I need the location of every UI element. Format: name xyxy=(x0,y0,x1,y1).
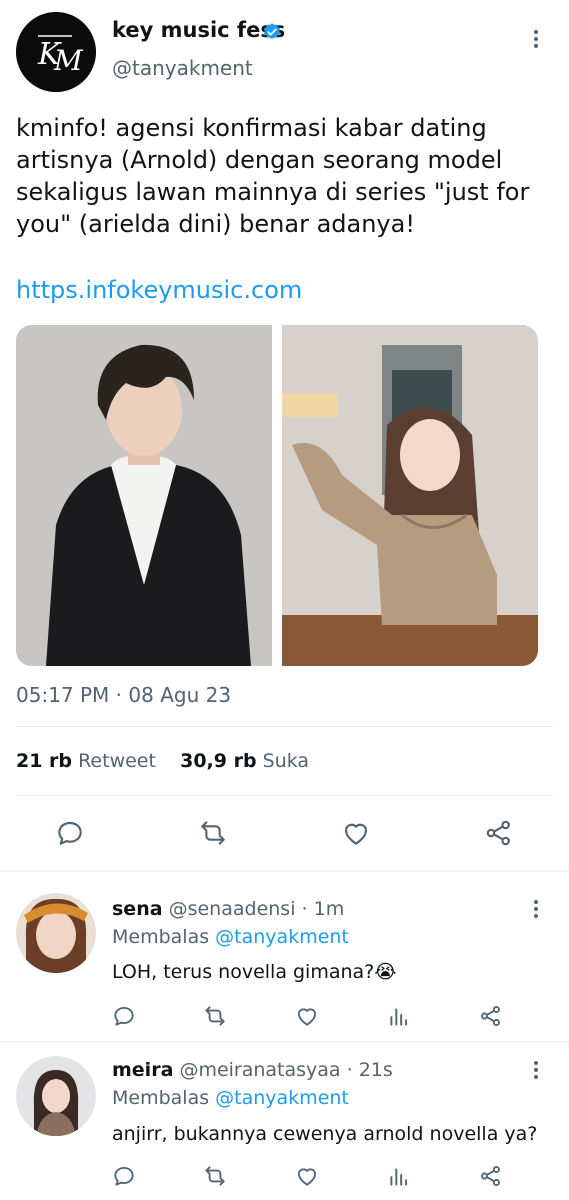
tweet-text: kminfo! agensi konfirmasi kabar dating a… xyxy=(16,114,530,238)
reply-name[interactable]: sena xyxy=(112,898,163,920)
like-count[interactable]: 30,9 rb xyxy=(180,750,256,772)
divider xyxy=(16,726,553,727)
reply-name[interactable]: meira xyxy=(112,1059,173,1081)
like-icon[interactable] xyxy=(292,1161,322,1191)
display-name[interactable]: key music fess xyxy=(112,18,285,42)
km-logo-icon: K M xyxy=(16,12,96,92)
photo-woman[interactable] xyxy=(282,325,538,666)
engagement-stats[interactable]: 21 rb Retweet 30,9 rb Suka xyxy=(16,750,309,772)
svg-text:M: M xyxy=(53,44,84,77)
retweet-label[interactable]: Retweet xyxy=(78,750,156,772)
reply-icon[interactable] xyxy=(53,816,87,850)
replying-mention[interactable]: @tanyakment xyxy=(215,926,349,948)
reply-time: · 21s xyxy=(346,1059,393,1081)
woman-photo-icon xyxy=(282,325,538,666)
reply-icon[interactable] xyxy=(109,1161,139,1191)
retweet-icon[interactable] xyxy=(200,1161,230,1191)
more-options-icon[interactable] xyxy=(524,27,548,51)
avatar[interactable] xyxy=(16,893,96,973)
replying-to: Membalas @tanyakment xyxy=(112,926,349,948)
divider xyxy=(0,1041,569,1043)
man-photo-icon xyxy=(16,325,272,666)
replying-to: Membalas @tanyakment xyxy=(112,1087,349,1109)
like-icon[interactable] xyxy=(339,816,373,850)
divider xyxy=(16,795,553,796)
share-icon[interactable] xyxy=(482,816,516,850)
replying-prefix: Membalas xyxy=(112,1087,210,1109)
verified-badge-icon xyxy=(264,23,280,40)
share-icon[interactable] xyxy=(476,1001,506,1031)
retweet-icon[interactable] xyxy=(200,1001,230,1031)
replying-prefix: Membalas xyxy=(112,926,210,948)
handle[interactable]: @tanyakment xyxy=(112,56,253,80)
reply-handle[interactable]: @meiranatasyaa xyxy=(179,1059,340,1081)
avatar[interactable] xyxy=(16,1056,96,1136)
reply-author[interactable]: meira @meiranatasyaa · 21s xyxy=(112,1059,393,1081)
reply-author[interactable]: sena @senaadensi · 1m xyxy=(112,898,344,920)
more-options-icon[interactable] xyxy=(524,897,548,921)
reply-text: LOH, terus novella gimana?😭 xyxy=(112,961,397,983)
reply-time: · 1m xyxy=(301,898,345,920)
retweet-icon[interactable] xyxy=(196,816,230,850)
replying-mention[interactable]: @tanyakment xyxy=(215,1087,349,1109)
reply-text: anjirr, bukannya cewenya arnold novella … xyxy=(112,1123,538,1145)
photo-man[interactable] xyxy=(16,325,272,666)
timestamp[interactable]: 05:17 PM · 08 Agu 23 xyxy=(16,683,231,707)
share-icon[interactable] xyxy=(476,1161,506,1191)
reply-icon[interactable] xyxy=(109,1001,139,1031)
divider xyxy=(0,870,569,872)
tweet-link[interactable]: https.infokeymusic.com xyxy=(16,276,302,304)
analytics-icon[interactable] xyxy=(384,1161,414,1191)
analytics-icon[interactable] xyxy=(384,1001,414,1031)
retweet-count[interactable]: 21 rb xyxy=(16,750,72,772)
avatar[interactable]: K M xyxy=(16,12,96,92)
reply-handle[interactable]: @senaadensi xyxy=(169,898,296,920)
like-icon[interactable] xyxy=(292,1001,322,1031)
like-label[interactable]: Suka xyxy=(263,750,309,772)
more-options-icon[interactable] xyxy=(524,1058,548,1082)
media-gallery[interactable] xyxy=(16,325,538,666)
